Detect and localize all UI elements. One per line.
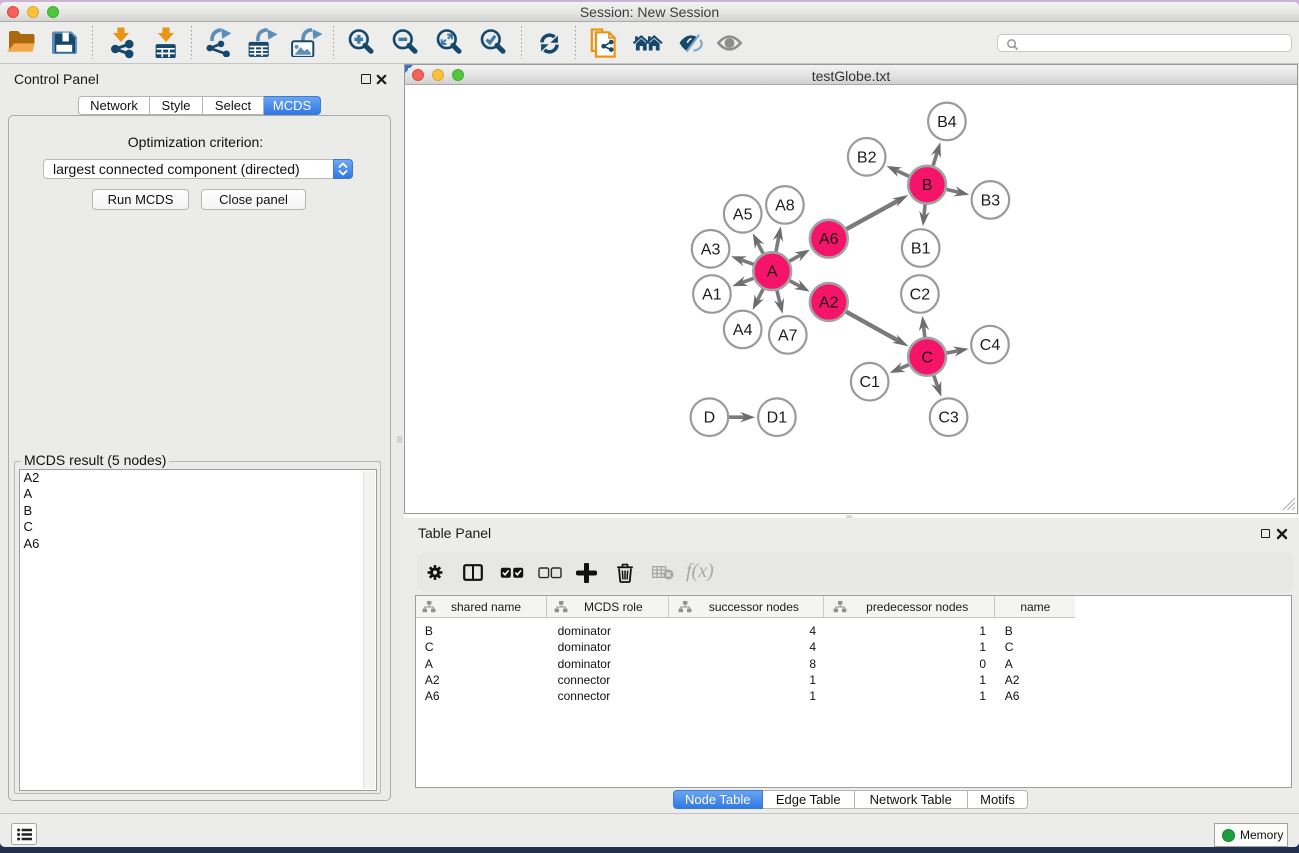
svg-text:A6: A6: [819, 231, 839, 248]
svg-text:A4: A4: [733, 322, 753, 339]
svg-text:B2: B2: [857, 149, 877, 166]
svg-text:C2: C2: [910, 287, 931, 304]
svg-text:A1: A1: [702, 287, 722, 304]
svg-text:A5: A5: [733, 206, 753, 223]
svg-text:B3: B3: [981, 192, 1001, 209]
svg-text:D: D: [704, 410, 716, 427]
svg-text:B4: B4: [937, 114, 957, 131]
svg-text:D1: D1: [767, 410, 788, 427]
svg-text:B: B: [922, 177, 933, 194]
svg-text:A7: A7: [778, 327, 798, 344]
svg-text:A: A: [767, 264, 778, 281]
svg-text:B1: B1: [911, 241, 931, 258]
svg-text:A8: A8: [775, 197, 795, 214]
svg-text:C3: C3: [938, 410, 959, 427]
svg-text:C4: C4: [980, 337, 1001, 354]
svg-text:A3: A3: [701, 241, 721, 258]
svg-text:A2: A2: [819, 295, 839, 312]
svg-text:C1: C1: [859, 374, 880, 391]
svg-text:C: C: [921, 349, 933, 366]
